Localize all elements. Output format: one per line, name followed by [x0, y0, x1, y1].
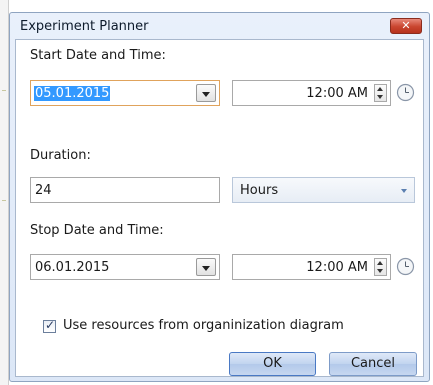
- start-time-spinner[interactable]: [374, 84, 387, 102]
- cancel-button[interactable]: Cancel: [329, 352, 417, 376]
- ok-button[interactable]: OK: [229, 352, 316, 376]
- duration-value: 24: [35, 183, 52, 198]
- duration-unit-select[interactable]: Hours: [232, 177, 415, 203]
- spinner-down-icon[interactable]: [377, 95, 383, 99]
- close-button[interactable]: ✕: [390, 18, 422, 34]
- background-app-edge: [0, 0, 9, 385]
- title-bar[interactable]: Experiment Planner ✕: [10, 13, 429, 39]
- dialog-body: Start Date and Time: 05.01.2015 12:00 AM…: [15, 39, 424, 377]
- stop-time-field[interactable]: 12:00 AM: [232, 254, 391, 280]
- spinner-up-icon[interactable]: [377, 87, 383, 91]
- start-date-time-label: Start Date and Time:: [30, 48, 166, 63]
- chevron-down-icon: [202, 266, 210, 271]
- close-icon: ✕: [401, 19, 411, 32]
- stop-date-value: 06.01.2015: [35, 260, 110, 275]
- spinner-down-icon[interactable]: [377, 269, 383, 273]
- start-time-field[interactable]: 12:00 AM: [232, 80, 391, 106]
- duration-unit-value: Hours: [240, 183, 279, 198]
- chevron-down-icon: [401, 189, 407, 193]
- duration-label: Duration:: [30, 148, 91, 163]
- start-clock-icon[interactable]: [396, 83, 415, 102]
- chevron-down-icon: [202, 92, 210, 97]
- stop-time-value: 12:00 AM: [306, 260, 368, 275]
- stop-date-picker[interactable]: 06.01.2015: [30, 254, 220, 280]
- checkmark-icon: ✓: [45, 318, 56, 332]
- start-time-value: 12:00 AM: [306, 86, 368, 101]
- duration-input[interactable]: 24: [30, 177, 220, 203]
- background-tick: [2, 90, 6, 91]
- stop-date-time-label: Stop Date and Time:: [30, 223, 164, 238]
- stop-date-dropdown-button[interactable]: [196, 258, 216, 276]
- use-resources-label[interactable]: Use resources from organinization diagra…: [63, 318, 344, 333]
- stop-time-spinner[interactable]: [374, 258, 387, 276]
- spinner-up-icon[interactable]: [377, 261, 383, 265]
- start-date-dropdown-button[interactable]: [196, 84, 216, 102]
- start-date-picker[interactable]: 05.01.2015: [30, 80, 220, 106]
- experiment-planner-dialog: Experiment Planner ✕ Start Date and Time…: [9, 12, 430, 382]
- use-resources-checkbox[interactable]: ✓: [43, 318, 56, 333]
- background-tick: [2, 200, 6, 201]
- dialog-title: Experiment Planner: [20, 19, 149, 34]
- start-date-value: 05.01.2015: [34, 86, 111, 101]
- stop-clock-icon[interactable]: [396, 257, 415, 276]
